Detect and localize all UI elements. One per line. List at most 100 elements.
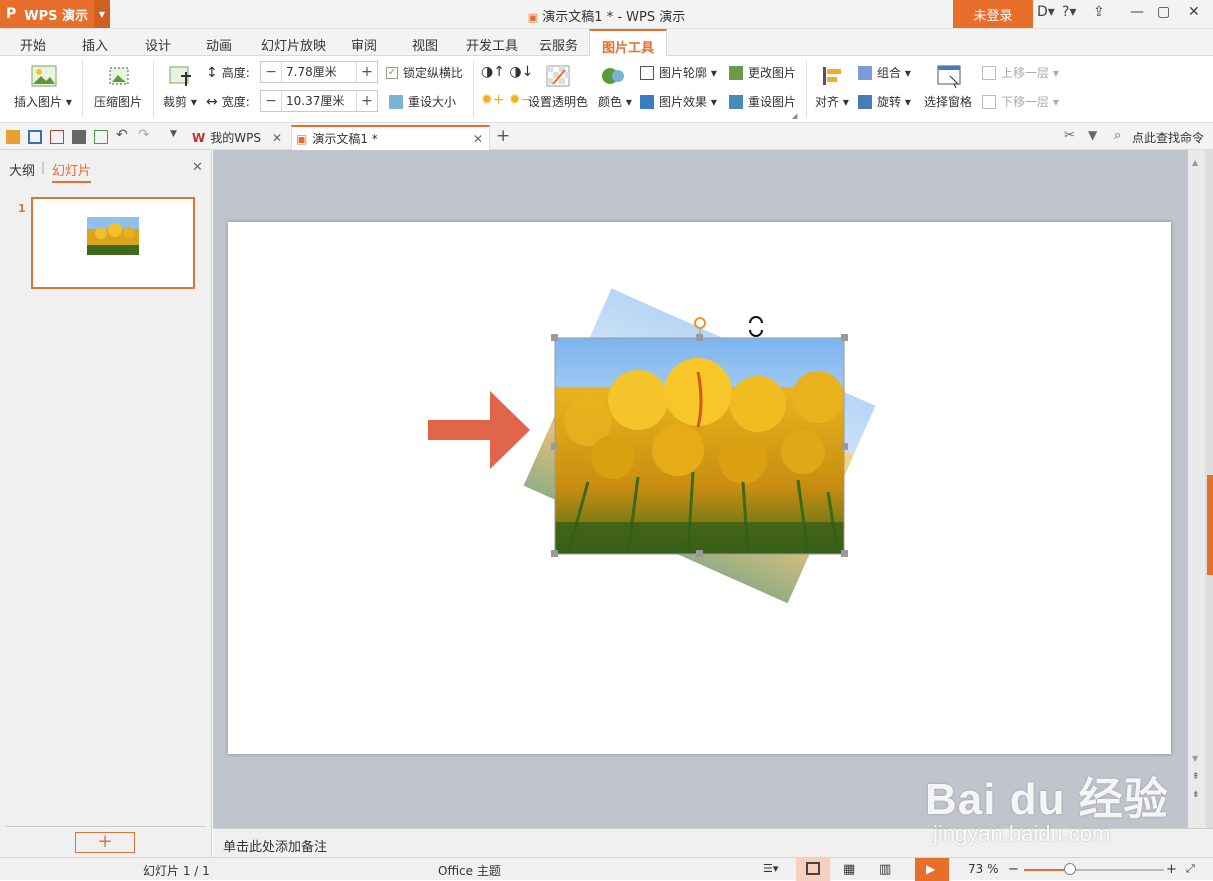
- minimize-icon[interactable]: —: [1130, 4, 1144, 20]
- save-icon[interactable]: [28, 130, 42, 144]
- close-panel-icon[interactable]: ✕: [192, 160, 203, 175]
- rotate-icon: [858, 94, 872, 109]
- pdf-icon[interactable]: [50, 130, 64, 144]
- ribbon: 插入图片 ▾ 压缩图片 裁剪 ▾ ↕ 高度: − 7.78厘米 + ↔ 宽度: − …: [0, 56, 1213, 123]
- help-icon[interactable]: ?▾: [1062, 4, 1076, 20]
- zoom-knob[interactable]: [1064, 863, 1077, 875]
- decrement-button[interactable]: −: [261, 64, 281, 80]
- arrow-shape: [428, 391, 530, 469]
- zoom-slider[interactable]: [1024, 863, 1164, 875]
- presentation-icon: ▣: [296, 131, 308, 146]
- crop-button[interactable]: 裁剪 ▾: [163, 93, 197, 110]
- reading-view-icon[interactable]: ▥: [879, 862, 891, 877]
- vertical-scrollbar[interactable]: ▲ ▼ ⇞ ⇟: [1188, 150, 1205, 828]
- change-picture-button[interactable]: 更改图片: [729, 64, 796, 81]
- dialog-launcher-icon[interactable]: ◢: [792, 112, 797, 120]
- slide-thumbnail[interactable]: [31, 197, 195, 289]
- picture-outline-button[interactable]: 图片轮廓 ▾: [640, 64, 717, 81]
- bring-forward-button[interactable]: 上移一层 ▾: [982, 64, 1059, 81]
- width-stepper[interactable]: − 10.37厘米 +: [260, 90, 378, 112]
- close-tab-icon[interactable]: ✕: [473, 132, 483, 146]
- compress-picture-button[interactable]: 压缩图片: [94, 93, 142, 110]
- tab-design[interactable]: 设计: [145, 35, 171, 54]
- effect-icon: [640, 94, 654, 109]
- selection-pane-button[interactable]: 选择窗格: [924, 93, 972, 110]
- print-preview-icon[interactable]: [94, 130, 108, 144]
- side-panel-toggle[interactable]: [1207, 475, 1213, 575]
- comment-icon[interactable]: ▼: [1088, 128, 1097, 142]
- notes-toggle-icon[interactable]: ☰▾: [763, 862, 778, 875]
- color-icon: [602, 68, 624, 84]
- skin-icon[interactable]: D▾: [1037, 4, 1055, 20]
- redo-icon[interactable]: ↷: [138, 127, 150, 143]
- tab-slideshow[interactable]: 幻灯片放映: [261, 35, 326, 54]
- set-transparent-button[interactable]: 设置透明色: [528, 93, 588, 110]
- lock-ratio-checkbox[interactable]: ✓ 锁定纵横比: [386, 64, 463, 81]
- tab-start[interactable]: 开始: [20, 35, 46, 54]
- decrement-button[interactable]: −: [261, 93, 281, 109]
- width-input[interactable]: 10.37厘米: [281, 91, 357, 111]
- tab-animation[interactable]: 动画: [206, 35, 232, 54]
- side-edge: [1205, 150, 1213, 828]
- add-slide-button[interactable]: +: [75, 832, 135, 853]
- document-icon: ▣: [527, 11, 539, 24]
- tab-view[interactable]: 视图: [412, 35, 438, 54]
- zoom-out-icon[interactable]: −: [1008, 862, 1019, 877]
- slide-number: 1: [18, 202, 26, 215]
- contrast-icon[interactable]: ◑↑ ◑↓: [481, 64, 533, 80]
- print-icon[interactable]: [72, 130, 86, 144]
- tab-review[interactable]: 审阅: [351, 35, 377, 54]
- close-tab-icon[interactable]: ✕: [272, 131, 282, 145]
- align-icon: [823, 67, 841, 85]
- insert-picture-button[interactable]: 插入图片 ▾: [14, 93, 72, 110]
- close-icon[interactable]: ✕: [1188, 4, 1200, 20]
- height-stepper[interactable]: − 7.78厘米 +: [260, 61, 378, 83]
- doc-tab-presentation[interactable]: ▣ 演示文稿1 * ✕: [291, 125, 490, 150]
- group-button[interactable]: 组合 ▾: [858, 64, 911, 81]
- doc-tab-my-wps[interactable]: W 我的WPS ✕: [188, 125, 288, 150]
- rotate-handle: [694, 317, 706, 329]
- search-command-field[interactable]: 点此查找命令: [1132, 129, 1204, 146]
- height-label: ↕ 高度:: [206, 64, 250, 81]
- slideshow-button[interactable]: ▶: [915, 858, 949, 881]
- fit-window-icon[interactable]: ⤢: [1186, 862, 1195, 876]
- tools-icon[interactable]: ✂: [1064, 128, 1075, 143]
- upload-icon[interactable]: ⇪: [1093, 4, 1105, 20]
- reset-picture-button[interactable]: 重设图片: [729, 93, 796, 110]
- login-button[interactable]: 未登录: [953, 0, 1033, 28]
- notes-area[interactable]: 单击此处添加备注: [213, 828, 1213, 857]
- crop-icon: [169, 66, 191, 86]
- quick-access-dropdown-icon[interactable]: ▼: [170, 129, 177, 139]
- align-button[interactable]: 对齐 ▾: [815, 93, 849, 110]
- increment-button[interactable]: +: [357, 93, 377, 109]
- new-tab-icon[interactable]: +: [496, 126, 510, 146]
- picture-effect-button[interactable]: 图片效果 ▾: [640, 93, 717, 110]
- normal-view-button[interactable]: [796, 858, 830, 881]
- tab-developer[interactable]: 开发工具: [466, 35, 518, 54]
- pen-icon: [640, 65, 654, 80]
- brightness-icon[interactable]: ✹+ ✹−: [481, 92, 532, 108]
- color-button[interactable]: 颜色 ▾: [598, 93, 632, 110]
- open-icon[interactable]: [6, 130, 20, 144]
- previous-slide-icon[interactable]: ⇞: [1192, 772, 1200, 782]
- slide-sorter-icon[interactable]: ▦: [843, 862, 855, 877]
- document-tab-bar: ↶ ↷ ▼ W 我的WPS ✕ ▣ 演示文稿1 * ✕ + ✂ ▼ ⌕ 点此查找…: [0, 123, 1213, 150]
- rotate-button[interactable]: 旋转 ▾: [858, 93, 911, 110]
- next-slide-icon[interactable]: ⇟: [1192, 790, 1200, 800]
- tab-insert[interactable]: 插入: [82, 35, 108, 54]
- tab-slides[interactable]: 幻灯片: [52, 160, 92, 183]
- increment-button[interactable]: +: [357, 64, 377, 80]
- set-transparent-icon: [546, 65, 570, 87]
- height-input[interactable]: 7.78厘米: [281, 62, 357, 82]
- zoom-in-icon[interactable]: +: [1166, 862, 1177, 877]
- maximize-icon[interactable]: ▢: [1157, 4, 1170, 20]
- reset-size-button[interactable]: 重设大小: [389, 93, 456, 110]
- tab-outline[interactable]: 大纲: [9, 160, 35, 179]
- send-backward-button[interactable]: 下移一层 ▾: [982, 93, 1059, 110]
- undo-icon[interactable]: ↶: [116, 127, 128, 143]
- wps-w-icon: W: [192, 130, 206, 145]
- tab-cloud[interactable]: 云服务: [539, 35, 578, 54]
- thumbnail-image: [87, 217, 139, 255]
- tab-picture-tools[interactable]: 图片工具: [589, 29, 668, 57]
- slide[interactable]: [228, 222, 1171, 754]
